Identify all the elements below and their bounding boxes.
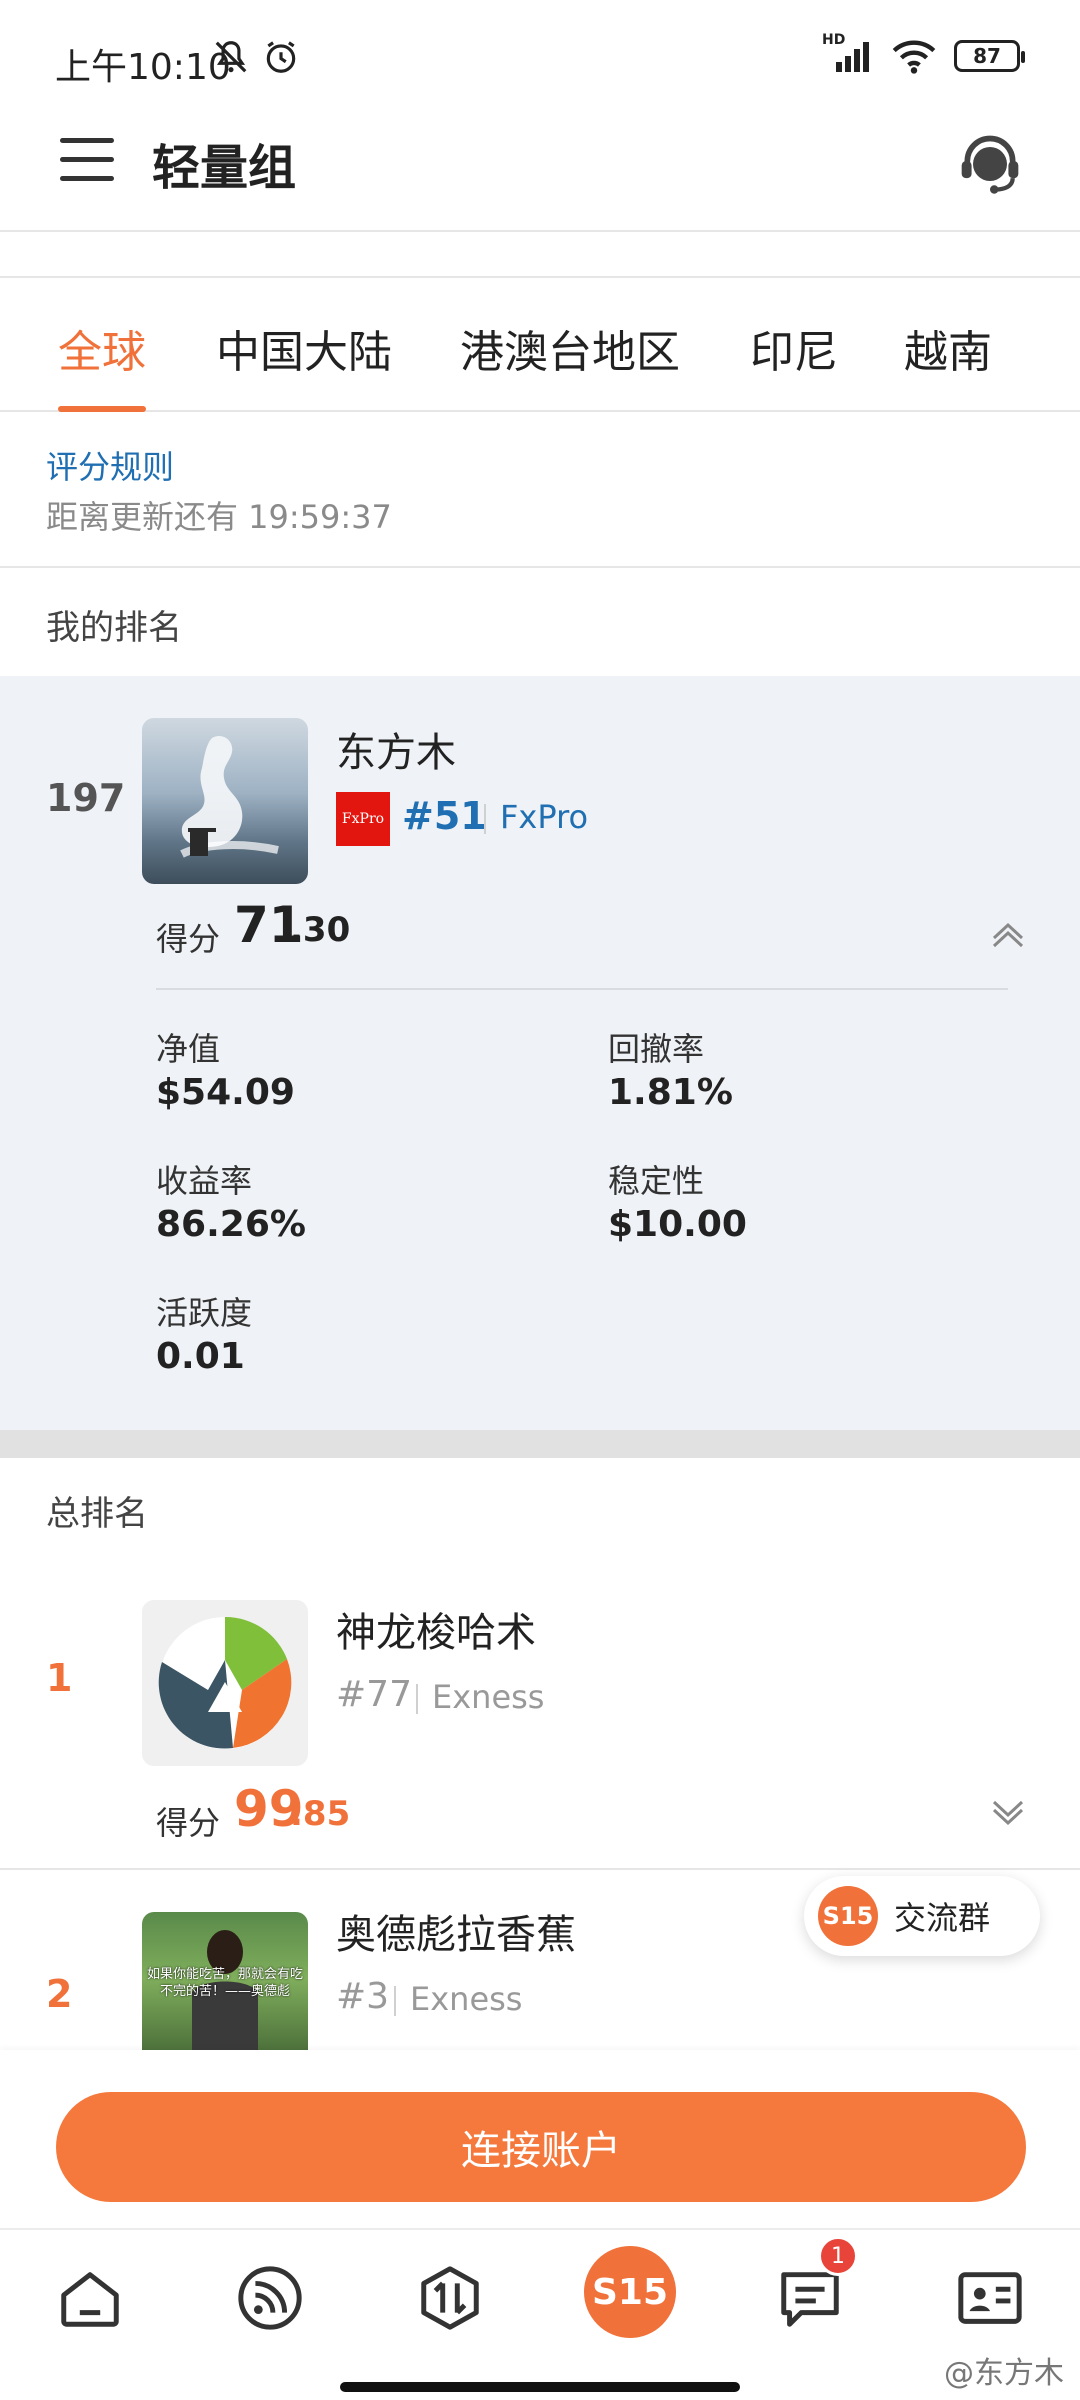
scoring-rules-link[interactable]: 评分规则 [46,442,174,488]
tab-indonesia[interactable]: 印尼 [750,316,838,380]
rank-number: 1 [46,1656,73,1700]
community-group-button[interactable]: S15 交流群 [804,1876,1040,1956]
my-username: 东方木 [336,730,456,776]
total-ranking-heading: 总排名 [46,1494,148,1534]
card-divider [156,988,1008,990]
metric-value-stability: $10.00 [608,1204,747,1245]
network-label: HD [822,32,846,48]
my-score-decimal: .30 [290,910,351,950]
my-avatar[interactable] [142,718,308,884]
bell-muted-icon [215,41,247,73]
wifi-icon [892,40,936,74]
score-label: 得分 [156,1804,221,1842]
metric-label-activity: 活跃度 [156,1294,253,1332]
avatar-caption: 如果你能吃苦，那就会有吃不完的苦！——奥德彪 [146,1967,303,1999]
tab-hk-macau-taiwan[interactable]: 港澳台地区 [460,316,680,380]
metric-value-equity: $54.09 [156,1072,295,1113]
alarm-icon [266,41,296,73]
watermark: @东方木 [944,2356,1064,2391]
rank-number: 2 [46,1972,73,2016]
customer-support-icon[interactable] [956,130,1024,198]
community-label: 交流群 [894,1899,991,1937]
home-indicator[interactable] [340,2382,740,2392]
rules-section: 评分规则 距离更新还有 19:59:37 [0,412,1080,568]
region-tabs: 全球 中国大陆 港澳台地区 印尼 越南 [0,278,1080,412]
connect-area: 连接账户 [0,2050,1080,2228]
metric-label-equity: 净值 [156,1030,221,1068]
metric-label-stability: 稳定性 [608,1162,705,1200]
user-name: 奥德彪拉香蕉 [336,1912,576,1958]
chevron-down-icon[interactable] [990,1796,1026,1832]
feed-icon[interactable] [230,2258,310,2338]
home-icon[interactable] [50,2258,130,2338]
broker-name: Exness [432,1678,545,1716]
spacer-band [0,232,1080,278]
exchange-icon[interactable] [410,2258,490,2338]
message-badge: 1 [818,2236,858,2276]
user-avatar[interactable]: 如果你能吃苦，那就会有吃不完的苦！——奥德彪 [142,1912,308,2050]
my-broker-rank: #51 [402,794,487,838]
score-decimal: .85 [290,1794,351,1834]
menu-icon[interactable] [60,138,114,188]
metric-label-drawdown: 回撤率 [608,1030,705,1068]
my-ranking-card[interactable]: 197 东方木 FxPro #51 FxPro 得分 71 .30 净值 $54… [0,676,1080,1430]
profile-card-icon[interactable] [950,2258,1030,2338]
tab-vietnam[interactable]: 越南 [904,316,992,380]
broker-rank: #77 [336,1674,412,1715]
connect-account-button[interactable]: 连接账户 [56,2092,1026,2202]
tab-global[interactable]: 全球 [58,316,146,380]
tab-mainland-china[interactable]: 中国大陆 [216,316,392,380]
page-title: 轻量组 [152,140,297,196]
bottom-nav: S15 1 @东方木 [0,2228,1080,2400]
s15-logo[interactable]: S15 [584,2246,676,2338]
broker-name: Exness [410,1980,523,2018]
my-ranking-heading: 我的排名 [46,608,182,648]
app-bar: 轻量组 [0,96,1080,232]
s15-badge: S15 [818,1886,878,1946]
chevron-up-icon[interactable] [990,916,1026,952]
metric-label-return: 收益率 [156,1162,253,1200]
user-name: 神龙梭哈术 [336,1610,536,1656]
broker-logo: FxPro [336,792,390,846]
signal-icon: HD [822,32,874,74]
user-avatar[interactable] [142,1600,308,1766]
my-rank-number: 197 [46,776,126,820]
ranking-row[interactable]: 1 神龙梭哈术 #77 Exness 得分 99 .85 [0,1560,1080,1870]
separator [484,804,486,834]
update-countdown: 距离更新还有 19:59:37 [46,498,392,536]
broker-rank: #3 [336,1976,390,2017]
metric-value-drawdown: 1.81% [608,1072,733,1113]
section-separator [0,1430,1080,1458]
my-broker-name: FxPro [500,798,589,836]
score-label: 得分 [156,920,221,958]
metric-value-return: 86.26% [156,1204,306,1245]
battery-indicator: 87 [954,40,1025,72]
status-bar: 上午10:10 HD 87 [0,0,1080,96]
separator [416,1684,418,1714]
metric-value-activity: 0.01 [156,1336,245,1377]
status-time: 上午10:10 [55,47,231,88]
separator [394,1986,396,2016]
